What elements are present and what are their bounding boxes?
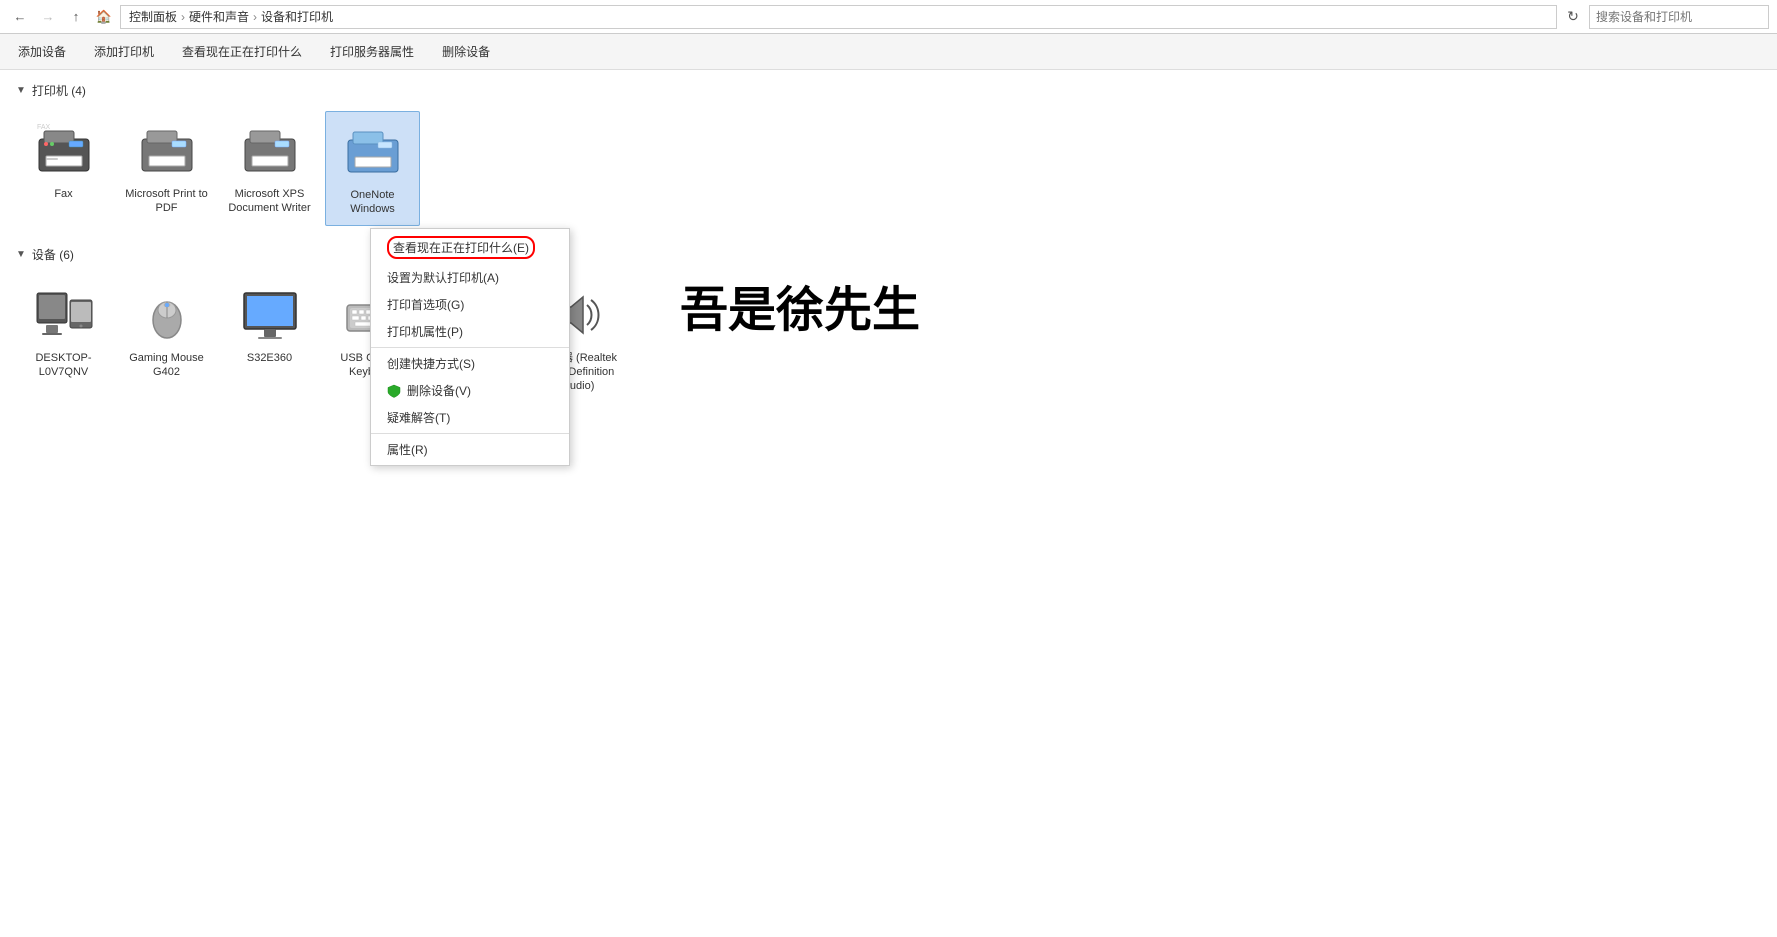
shield-icon — [387, 384, 401, 398]
print-server-button[interactable]: 打印服务器属性 — [324, 39, 420, 64]
desktop-icon — [32, 283, 96, 347]
overlay-text: 吾是徐先生 — [680, 270, 920, 340]
context-menu-item-properties[interactable]: 属性(R) — [371, 436, 569, 463]
context-menu-item-troubleshoot[interactable]: 疑难解答(T) — [371, 404, 569, 431]
context-menu-item-set-default[interactable]: 设置为默认打印机(A) — [371, 264, 569, 291]
highlight-ring: 查看现在正在打印什么(E) — [387, 236, 535, 259]
create-shortcut-label: 创建快捷方式(S) — [387, 355, 475, 372]
context-menu-item-print-prefs[interactable]: 打印首选项(G) — [371, 291, 569, 318]
context-menu-item-see-printing[interactable]: 查看现在正在打印什么(E) — [371, 231, 569, 264]
context-menu-separator-1 — [371, 347, 569, 348]
breadcrumb: 控制面板 › 硬件和声音 › 设备和打印机 — [129, 8, 333, 25]
print-prefs-label: 打印首选项(G) — [387, 296, 464, 313]
desktop-label: DESKTOP-L0V7QNV — [20, 351, 107, 380]
printers-grid: FAX Fax Microsoft Print to PDF — [16, 111, 1761, 226]
onenote-icon — [341, 120, 405, 184]
breadcrumb-hardware: 硬件和声音 — [189, 8, 249, 25]
mouse-label: Gaming Mouse G402 — [123, 351, 210, 380]
printer-props-label: 打印机属性(P) — [387, 323, 463, 340]
see-printing-button[interactable]: 查看现在正在打印什么 — [176, 39, 308, 64]
toolbar: 添加设备 添加打印机 查看现在正在打印什么 打印服务器属性 删除设备 — [0, 34, 1777, 70]
breadcrumb-devices: 设备和打印机 — [261, 8, 333, 25]
remove-device-label: 删除设备(V) — [407, 382, 471, 399]
printers-section-header[interactable]: ▼ 打印机 (4) — [16, 82, 1761, 99]
device-onenote[interactable]: OneNote Windows — [325, 111, 420, 226]
context-menu-separator-2 — [371, 433, 569, 434]
address-bar: ← → ↑ 🏠 控制面板 › 硬件和声音 › 设备和打印机 ↻ — [0, 0, 1777, 34]
svg-text:FAX: FAX — [37, 124, 51, 131]
monitor-label: S32E360 — [247, 351, 292, 365]
mouse-icon — [135, 283, 199, 347]
add-device-button[interactable]: 添加设备 — [12, 39, 72, 64]
fax-label: Fax — [54, 187, 72, 201]
devices-section-label: 设备 (6) — [32, 246, 74, 263]
printers-arrow-icon: ▼ — [16, 85, 26, 96]
context-menu-item-remove-device[interactable]: 删除设备(V) — [371, 377, 569, 404]
back-button[interactable]: ← — [8, 5, 32, 29]
troubleshoot-label: 疑难解答(T) — [387, 409, 450, 426]
ms-pdf-icon — [135, 119, 199, 183]
remove-device-button[interactable]: 删除设备 — [436, 39, 496, 64]
onenote-label: OneNote Windows — [330, 188, 415, 217]
main-content: ▼ 打印机 (4) FAX Fax — [0, 70, 1777, 433]
devices-section-header[interactable]: ▼ 设备 (6) — [16, 246, 1761, 263]
context-menu-item-printer-props[interactable]: 打印机属性(P) — [371, 318, 569, 345]
context-menu-item-create-shortcut[interactable]: 创建快捷方式(S) — [371, 350, 569, 377]
device-desktop[interactable]: DESKTOP-L0V7QNV — [16, 275, 111, 402]
device-fax[interactable]: FAX Fax — [16, 111, 111, 226]
breadcrumb-controlpanel: 控制面板 — [129, 8, 177, 25]
device-monitor[interactable]: S32E360 — [222, 275, 317, 402]
device-ms-pdf[interactable]: Microsoft Print to PDF — [119, 111, 214, 226]
ms-xps-label: Microsoft XPS Document Writer — [226, 187, 313, 216]
printers-section-label: 打印机 (4) — [32, 82, 86, 99]
monitor-icon — [238, 283, 302, 347]
set-default-label: 设置为默认打印机(A) — [387, 269, 499, 286]
devices-arrow-icon: ▼ — [16, 249, 26, 260]
ms-pdf-label: Microsoft Print to PDF — [123, 187, 210, 216]
up-button[interactable]: ↑ — [64, 5, 88, 29]
home-button[interactable]: 🏠 — [92, 5, 116, 29]
add-printer-button[interactable]: 添加打印机 — [88, 39, 160, 64]
context-menu: 查看现在正在打印什么(E) 设置为默认打印机(A) 打印首选项(G) 打印机属性… — [370, 228, 570, 466]
properties-label: 属性(R) — [387, 441, 428, 458]
forward-button[interactable]: → — [36, 5, 60, 29]
fax-icon: FAX — [32, 119, 96, 183]
ms-xps-icon — [238, 119, 302, 183]
breadcrumb-path: 控制面板 › 硬件和声音 › 设备和打印机 — [120, 5, 1557, 29]
refresh-button[interactable]: ↻ — [1561, 5, 1585, 29]
device-mouse[interactable]: Gaming Mouse G402 — [119, 275, 214, 402]
device-ms-xps[interactable]: Microsoft XPS Document Writer — [222, 111, 317, 226]
search-input[interactable] — [1589, 5, 1769, 29]
